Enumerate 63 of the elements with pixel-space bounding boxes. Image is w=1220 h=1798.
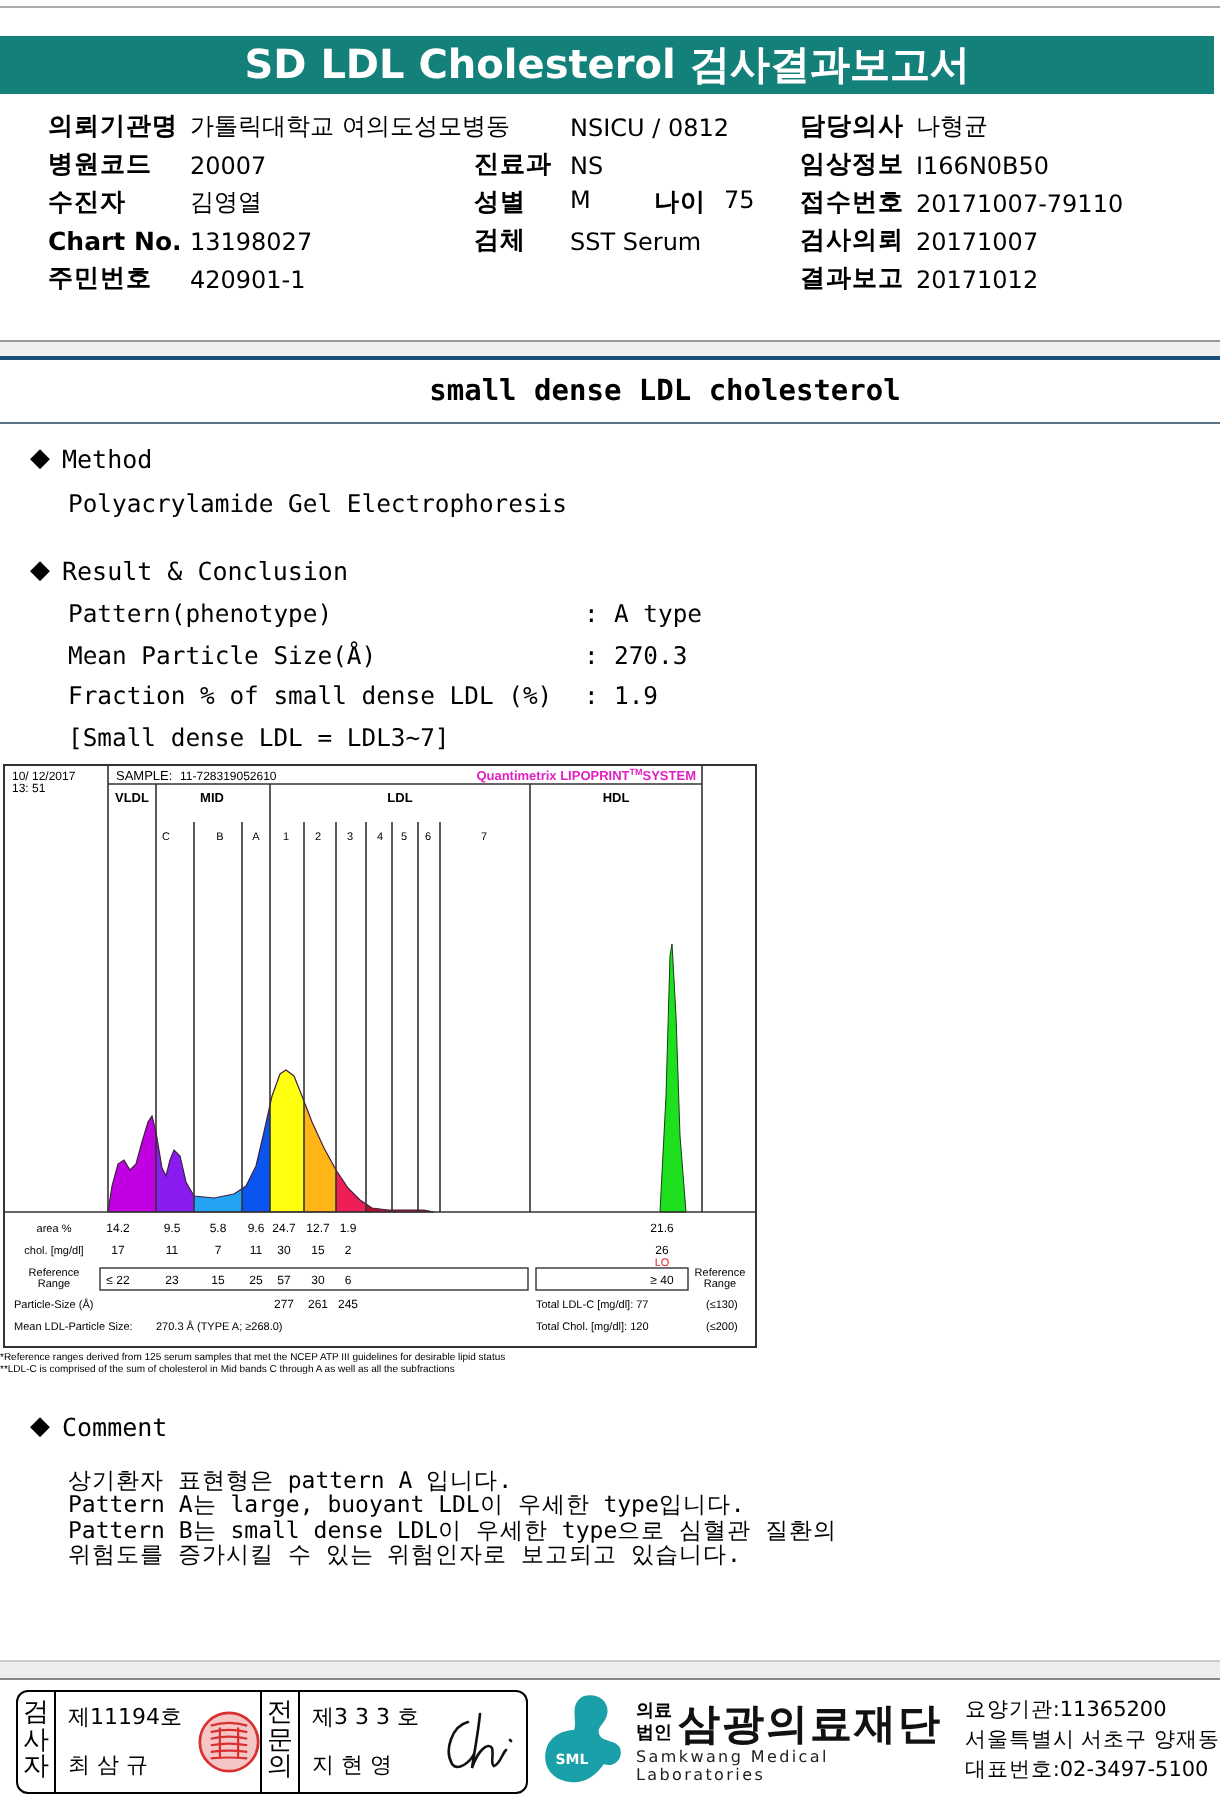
license-number: 제11194호 — [68, 1702, 182, 1732]
field-value: 가톨릭대학교 여의도성모병동 — [190, 112, 510, 140]
field-label: 담당의사 — [800, 110, 904, 140]
colon-separator: : — [584, 600, 599, 628]
field-value: 20007 — [190, 151, 267, 179]
section-heading: Method — [62, 443, 153, 473]
field-value: M — [570, 186, 591, 214]
contact-line: 서울특별시 서초구 양재동 — [964, 1726, 1220, 1756]
result-value: A type — [614, 600, 703, 628]
report-title-bar: SD LDL Cholesterol 검사결과보고서 — [0, 36, 1214, 94]
field-label: Chart No. — [48, 226, 182, 256]
company-english-name: Samkwang Medical Laboratories — [636, 1747, 831, 1783]
signer-role: 전문의 — [267, 1700, 293, 1782]
result-label: Mean Particle Size(Å) — [68, 641, 377, 669]
field-value: 김영열 — [190, 188, 262, 216]
corporation-label: 법인 — [636, 1723, 672, 1745]
field-label: 주민번호 — [48, 262, 152, 292]
colon-separator: : — [584, 641, 599, 669]
field-value: 20171012 — [916, 265, 1039, 293]
field-label: 수진자 — [48, 186, 126, 216]
contact-line: 요양기관:11365200 — [964, 1696, 1169, 1726]
license-number: 제3 3 3 호 — [312, 1702, 419, 1732]
field-label: 나이 — [654, 186, 706, 216]
signer-name: 최 삼 규 — [68, 1750, 150, 1780]
field-label: 의뢰기관명 — [48, 110, 178, 140]
section-heading: Comment — [62, 1412, 168, 1442]
seal-stamp — [198, 1707, 260, 1775]
result-note: [Small dense LDL = LDL3~7] — [68, 723, 450, 751]
field-value: 나형균 — [916, 112, 988, 140]
result-label: Pattern(phenotype) — [68, 600, 333, 628]
field-value: SST Serum — [570, 227, 702, 255]
field-value: 75 — [724, 186, 755, 218]
field-value: 20171007-79110 — [916, 189, 1124, 217]
field-label: 병원코드 — [48, 148, 152, 178]
field-value: 20171007 — [916, 227, 1039, 255]
result-value: 270.3 — [614, 641, 688, 669]
field-value: 420901-1 — [190, 265, 306, 293]
field-label: 임상정보 — [800, 148, 904, 178]
method-text: Polyacrylamide Gel Electrophoresis — [68, 490, 567, 518]
colon-separator: : — [584, 682, 599, 710]
field-label: 결과보고 — [800, 262, 904, 292]
signer-role: 검사자 — [23, 1700, 49, 1782]
field-label: 검사의뢰 — [800, 224, 904, 254]
field-label: 진료과 — [474, 148, 552, 178]
comment-text: 상기환자 표현형은 pattern A 입니다. Pattern A는 large, buoyant LDL이 우세한 type입니다. Pattern B는 small dense LDL이 우세한 type으로 심혈관 질환의 위험도를 증가시킬 수 있는 위험인자로 보고되고 있습니다. — [66, 1467, 837, 1567]
corporation-label: 의료 — [636, 1701, 672, 1723]
bullet-icon: ◆ — [30, 1412, 62, 1442]
field-label: 접수번호 — [800, 186, 904, 216]
field-value: NSICU / 0812 — [570, 113, 730, 141]
contact-line: 대표번호:02-3497-5100 — [964, 1756, 1211, 1786]
field-value: I166N0B50 — [916, 151, 1050, 179]
section-title: small dense LDL cholesterol — [0, 360, 1220, 424]
signer-name: 지 현 영 — [312, 1750, 394, 1780]
field-label: 성별 — [474, 186, 526, 216]
result-value: 1.9 — [614, 682, 659, 710]
field-label: 검체 — [474, 224, 526, 254]
section-heading: Result & Conclusion — [62, 555, 348, 585]
bullet-icon: ◆ — [30, 443, 62, 473]
field-value: 13198027 — [190, 227, 313, 255]
bullet-icon: ◆ — [30, 555, 62, 585]
company-name: 삼광의료재단 — [678, 1699, 942, 1747]
result-label: Fraction % of small dense LDL (%) — [68, 682, 553, 710]
field-value: NS — [570, 151, 604, 179]
